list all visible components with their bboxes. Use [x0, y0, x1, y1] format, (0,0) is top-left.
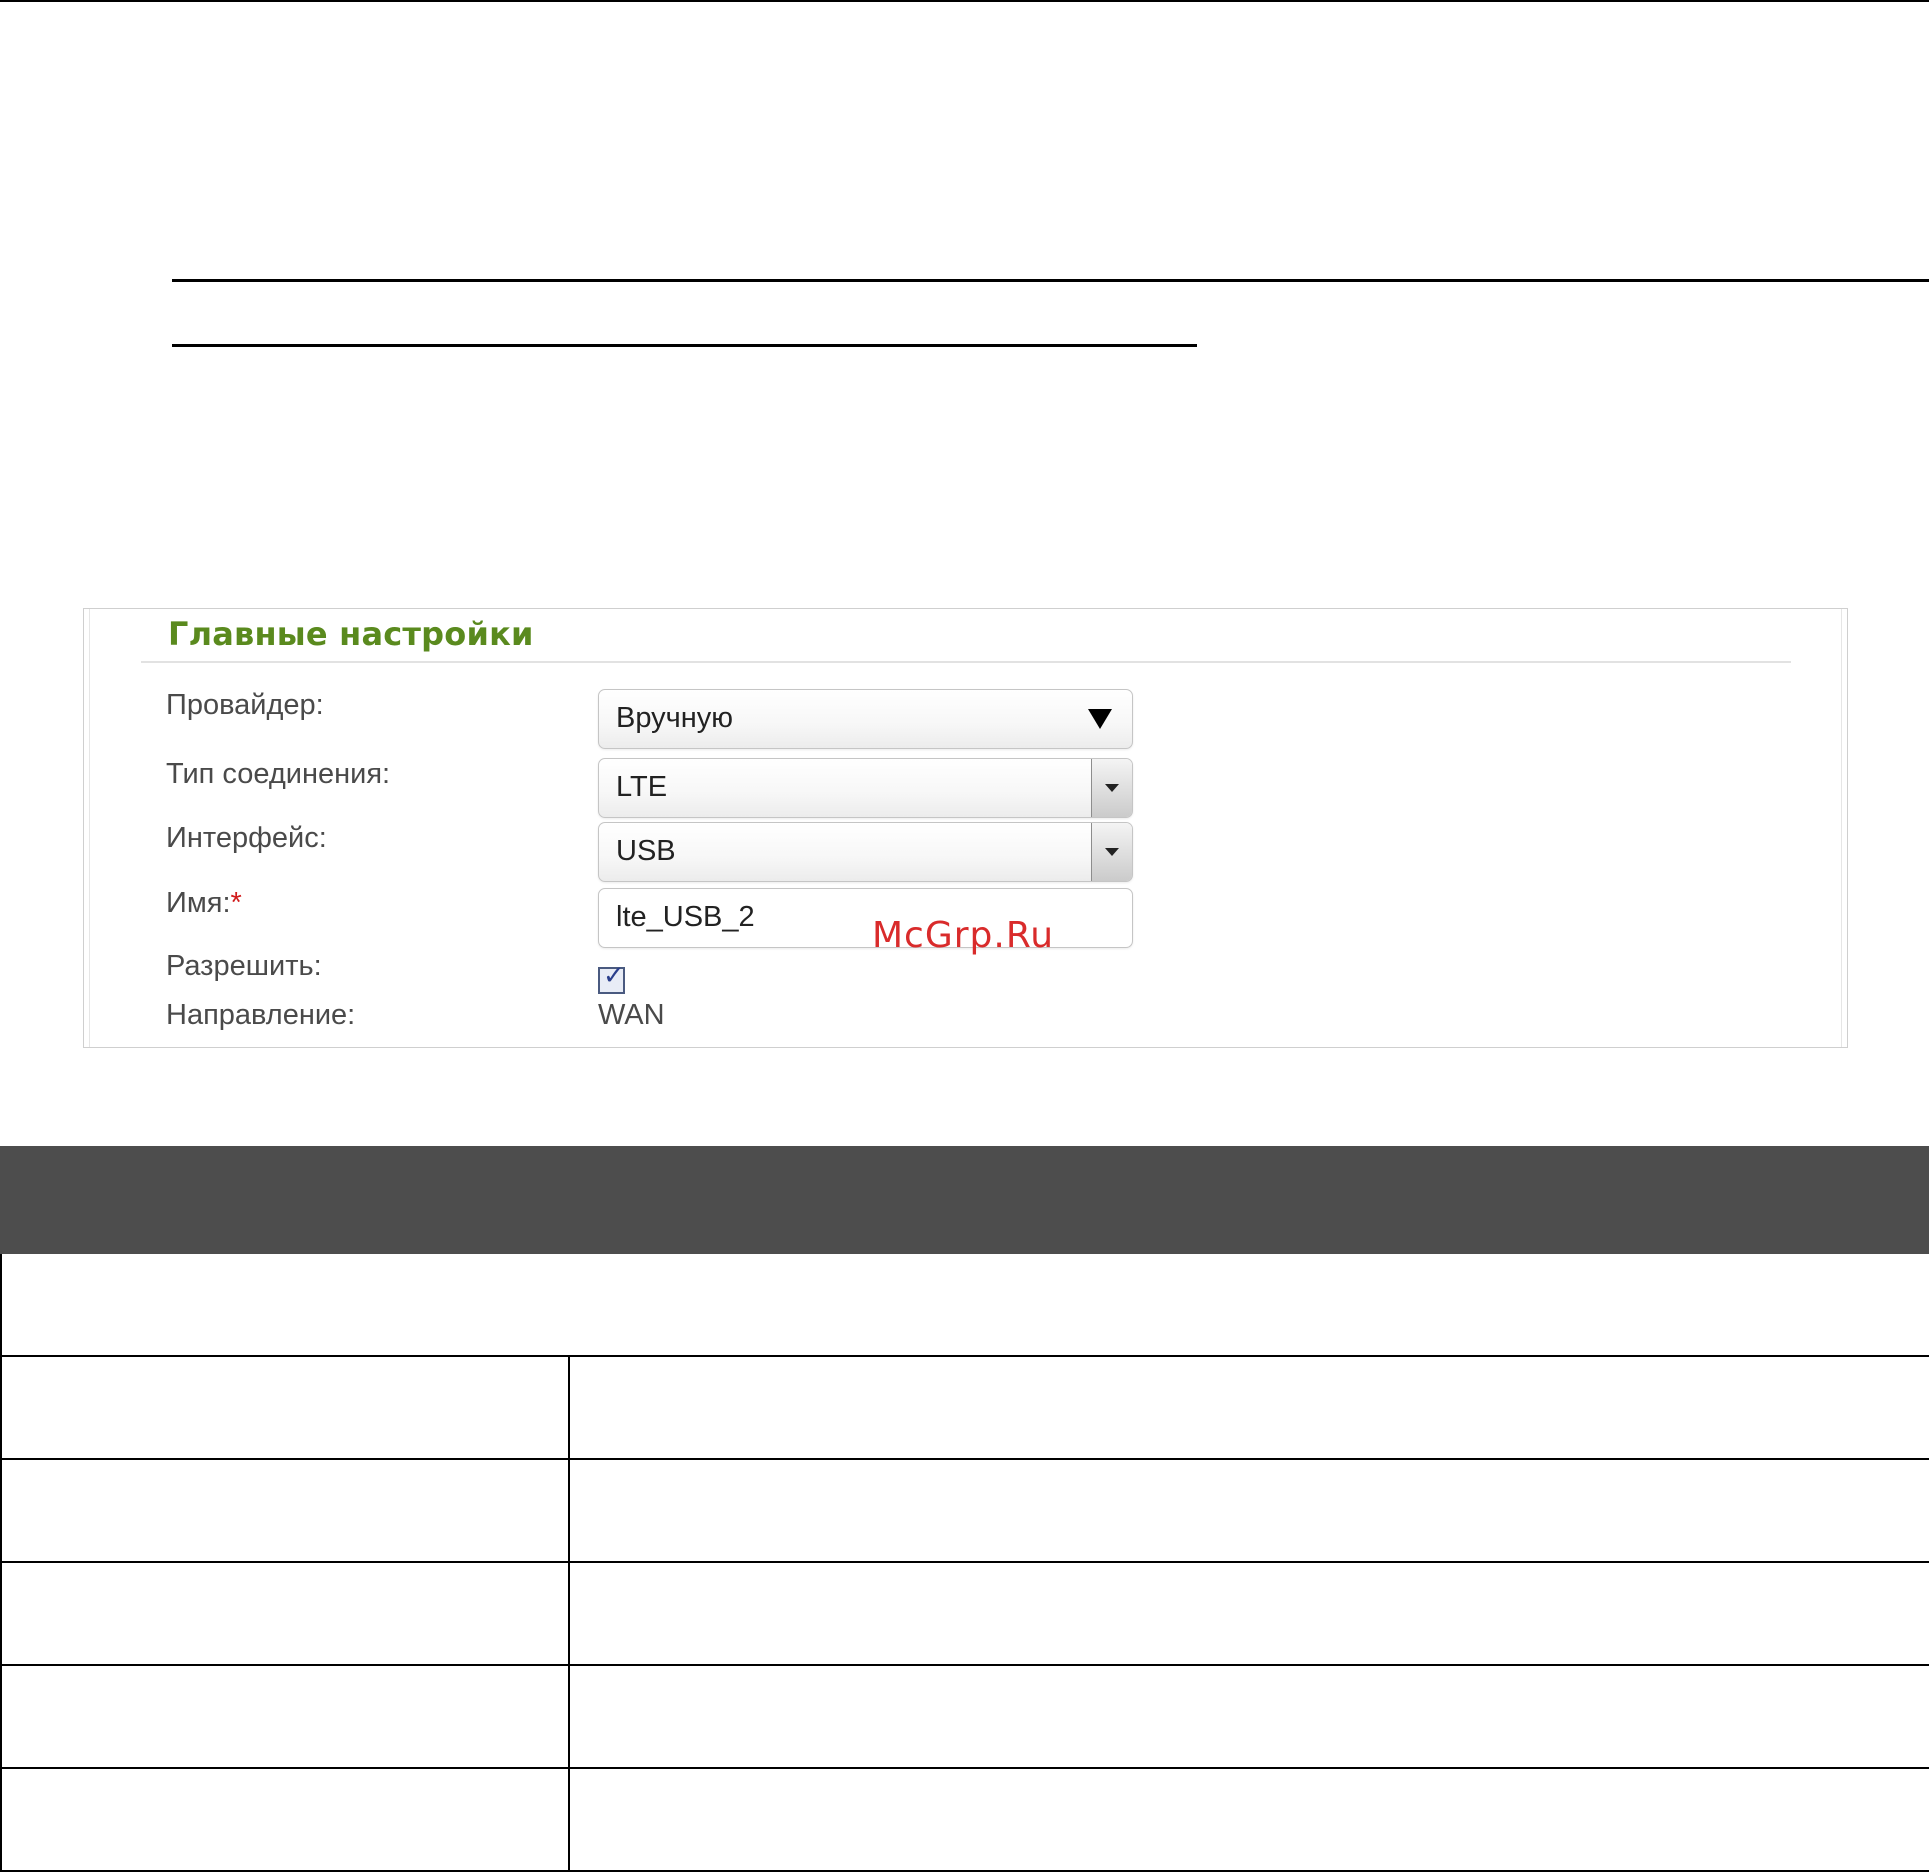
section-divider	[141, 661, 1791, 663]
interface-select[interactable]: USB	[598, 822, 1133, 882]
hyperlink-underline[interactable]	[172, 344, 1197, 347]
connection-type-dropdown-button[interactable]	[1091, 759, 1132, 817]
interface-label: Интерфейс:	[166, 822, 327, 854]
page-top-rule	[0, 0, 1929, 2]
parameter-table	[0, 1146, 1929, 1872]
panel-inner-edge	[1841, 609, 1842, 1047]
chevron-down-icon	[1105, 784, 1119, 792]
interface-dropdown-button[interactable]	[1091, 823, 1132, 881]
interface-select-value: USB	[616, 835, 676, 867]
direction-value: WAN	[598, 999, 665, 1031]
enable-label: Разрешить:	[166, 950, 322, 982]
table-cell-parameter	[0, 1664, 570, 1769]
table-cell-parameter	[0, 1355, 570, 1460]
triangle-down-icon	[1088, 709, 1112, 729]
table-header	[0, 1146, 1929, 1254]
section-title: Главные настройки	[168, 615, 534, 653]
table-cell-parameter	[0, 1767, 570, 1872]
table-section-row	[0, 1252, 1929, 1357]
name-label-text: Имя:	[166, 887, 231, 919]
hyperlink-underline[interactable]	[172, 279, 1929, 282]
checkmark-icon: ✓	[603, 961, 625, 991]
table-cell-description	[568, 1355, 1929, 1460]
direction-label: Направление:	[166, 999, 356, 1031]
table-cell-description	[568, 1458, 1929, 1563]
required-marker: *	[230, 887, 242, 919]
table-cell-parameter	[0, 1458, 570, 1563]
name-label: Имя:*	[166, 887, 242, 920]
watermark: McGrp.Ru	[872, 915, 1055, 956]
table-cell-description	[568, 1767, 1929, 1872]
settings-panel: Главные настройки Провайдер: Вручную Тип…	[83, 608, 1848, 1048]
enable-checkbox[interactable]: ✓	[598, 963, 625, 994]
name-input-value: lte_USB_2	[616, 901, 755, 933]
connection-type-select[interactable]: LTE	[598, 758, 1133, 818]
panel-inner-edge	[89, 609, 90, 1047]
table-cell-description	[568, 1664, 1929, 1769]
table-cell-description	[568, 1561, 1929, 1666]
provider-label: Провайдер:	[166, 689, 324, 721]
provider-select-value: Вручную	[616, 702, 734, 734]
chevron-down-icon	[1105, 848, 1119, 856]
connection-type-label: Тип соединения:	[166, 758, 391, 790]
provider-select[interactable]: Вручную	[598, 689, 1133, 749]
connection-type-select-value: LTE	[616, 771, 668, 803]
table-cell-parameter	[0, 1561, 570, 1666]
